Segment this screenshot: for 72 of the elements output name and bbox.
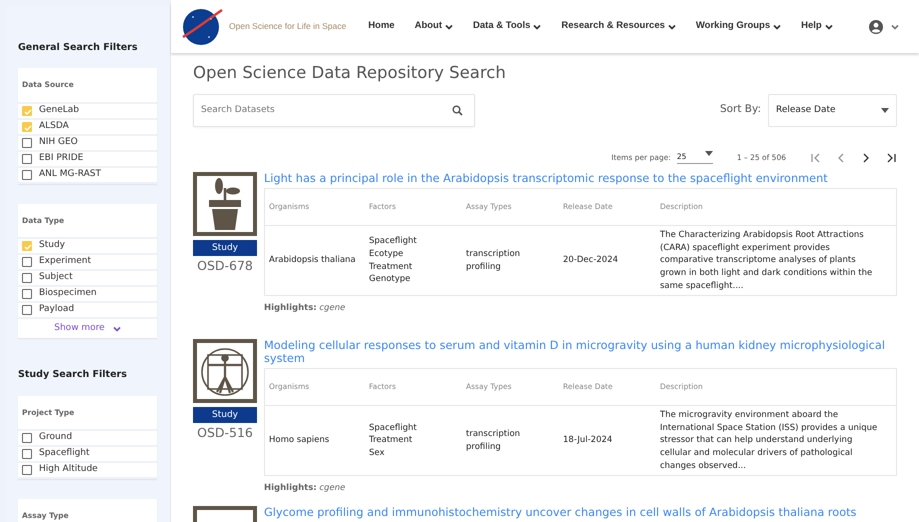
table-cell-text: transcription profiling [466, 428, 522, 454]
nav-link[interactable]: Help [801, 19, 833, 34]
checkbox[interactable] [22, 138, 32, 148]
factor-item: Treatment [369, 260, 414, 274]
sort-label: Sort By: [720, 102, 761, 118]
filter-option[interactable]: Experiment [18, 254, 157, 271]
filter-option[interactable]: High Altitude [18, 462, 157, 479]
section-title: General Search Filters [18, 41, 139, 55]
dataset-title-link[interactable]: Glycome profiling and immunohistochemistry uncover changes in cell walls of Arabidopsis thaliana roots [264, 506, 897, 519]
filter-option[interactable]: Study [18, 238, 157, 255]
dataset-type-tag: Study [193, 406, 257, 423]
checkbox[interactable] [22, 304, 32, 315]
dropdown-arrow-icon [704, 151, 713, 156]
table-cell-text: 20-Dec-2024 [563, 254, 620, 267]
factor-item: Ecotype [369, 248, 404, 261]
checkbox[interactable] [22, 432, 32, 443]
highlights-text: Highlights: cgene [264, 302, 346, 316]
search-field[interactable]: Search Datasets [193, 94, 475, 127]
filter-option[interactable]: Payload [18, 302, 157, 319]
sort-select[interactable]: Release Date [768, 94, 897, 127]
dataset-id: OSD-678 [196, 256, 254, 275]
page-title: Open Science Data Repository Search [193, 63, 507, 83]
show-more-link[interactable]: Show more [18, 318, 157, 338]
user-icon [869, 20, 883, 34]
checkbox[interactable] [22, 154, 32, 164]
factor-item: Spaceflight [369, 422, 418, 434]
account-menu-button[interactable] [869, 20, 899, 34]
dataset-title-link[interactable]: Modeling cellular responses to serum and vitamin D in microgravity using a human kidney microphysiological system [264, 338, 897, 365]
filter-option[interactable]: ALSDA [18, 120, 157, 136]
dataset-thumbnail[interactable] [193, 338, 257, 403]
nav-link[interactable]: Working Groups [696, 19, 782, 34]
search-icon[interactable] [452, 104, 463, 116]
section-title: Study Search Filters [18, 368, 128, 382]
dataset-id: OSD-516 [196, 424, 254, 442]
nav-link[interactable]: About [414, 19, 454, 34]
factor-item: Treatment [369, 434, 414, 447]
first-page-icon[interactable] [810, 152, 822, 164]
table-cell-text: Homo sapiens [269, 434, 330, 447]
filter-option[interactable]: Spaceflight [18, 446, 157, 463]
checkbox[interactable] [22, 448, 32, 459]
dataset-thumbnail[interactable] [193, 172, 257, 236]
checkbox[interactable] [22, 256, 32, 267]
table-cell-text: The microgravity environment aboard the International Space Station (ISS) provides a unique stressor that can help understand underlying cellular and molecular drivers of pathological changes observed... [660, 408, 878, 472]
caret-icon [112, 326, 121, 332]
table-cell-text: Arabidopsis thaliana [269, 254, 357, 267]
table-cell-text: The Characterizing Arabidopsis Root Attractions (CARA) spaceflight experiment provides comparative transcriptome analyses of plants grown in both light and dark conditions within the same spaceflight.... [660, 228, 874, 292]
nav-link[interactable]: Home [368, 19, 395, 34]
filter-option[interactable]: NIH GEO [18, 136, 157, 152]
filter-option[interactable]: Ground [18, 430, 157, 447]
table-cell-text: 18-Jul-2024 [563, 434, 614, 447]
checkbox[interactable] [22, 272, 32, 283]
filter-option[interactable]: ANL MG-RAST [18, 168, 157, 184]
nav-link[interactable]: Research & Resources [561, 19, 676, 34]
filter-option[interactable]: Biospecimen [18, 286, 157, 303]
dataset-title-link[interactable]: Light has a principal role in the Arabidopsis transcriptomic response to the spaceflight environment [264, 172, 897, 185]
checkbox[interactable] [22, 288, 32, 299]
filter-option[interactable]: EBI PRIDE [18, 152, 157, 168]
factor-item: Spaceflight [369, 235, 418, 248]
factor-item: Genotype [369, 273, 412, 286]
dataset-type-tag: Study [193, 240, 257, 256]
nav-link[interactable]: Data & Tools [473, 19, 542, 34]
filter-option[interactable]: Subject [18, 270, 157, 287]
caret-icon [891, 24, 899, 30]
table-cell-text: transcription profiling [466, 248, 522, 274]
last-page-icon[interactable] [885, 152, 897, 164]
filter-option[interactable]: GeneLab [18, 104, 157, 120]
highlights-text: Highlights: cgene [264, 482, 346, 496]
checkbox[interactable] [22, 170, 32, 180]
nasa-logo-icon[interactable] [181, 6, 223, 46]
checkbox[interactable] [22, 464, 32, 475]
dropdown-arrow-icon [881, 108, 889, 113]
factor-item: Sex [369, 446, 386, 460]
